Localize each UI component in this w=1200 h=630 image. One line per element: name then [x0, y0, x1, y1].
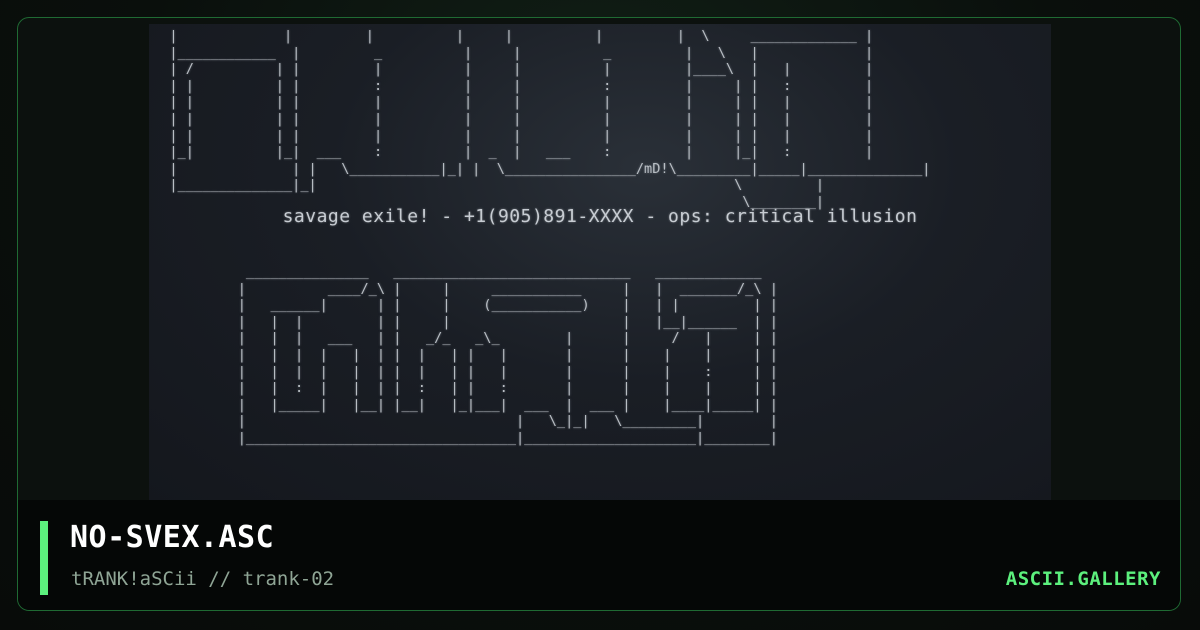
accent-bar	[40, 521, 48, 595]
site-brand-link[interactable]: ASCII.GALLERY	[1006, 568, 1161, 590]
artwork-title: NO-SVEX.ASC	[70, 520, 275, 555]
artwork-subtitle: tRANK!aSCii // trank-02	[71, 568, 335, 590]
card-frame: | | | | | | | \ _____________ | |_______…	[17, 17, 1181, 611]
ascii-art-preview[interactable]: | | | | | | | \ _____________ | |_______…	[149, 24, 1051, 504]
ascii-art-top-logo: | | | | | | | \ _____________ | |_______…	[169, 28, 931, 210]
info-footer: NO-SVEX.ASC tRANK!aSCii // trank-02 ASCI…	[18, 500, 1180, 610]
ascii-art-tagline: savage exile! - +1(905)891-XXXX - ops: c…	[282, 206, 918, 227]
ascii-art-bottom-logo: _______________ ________________________…	[237, 264, 778, 446]
